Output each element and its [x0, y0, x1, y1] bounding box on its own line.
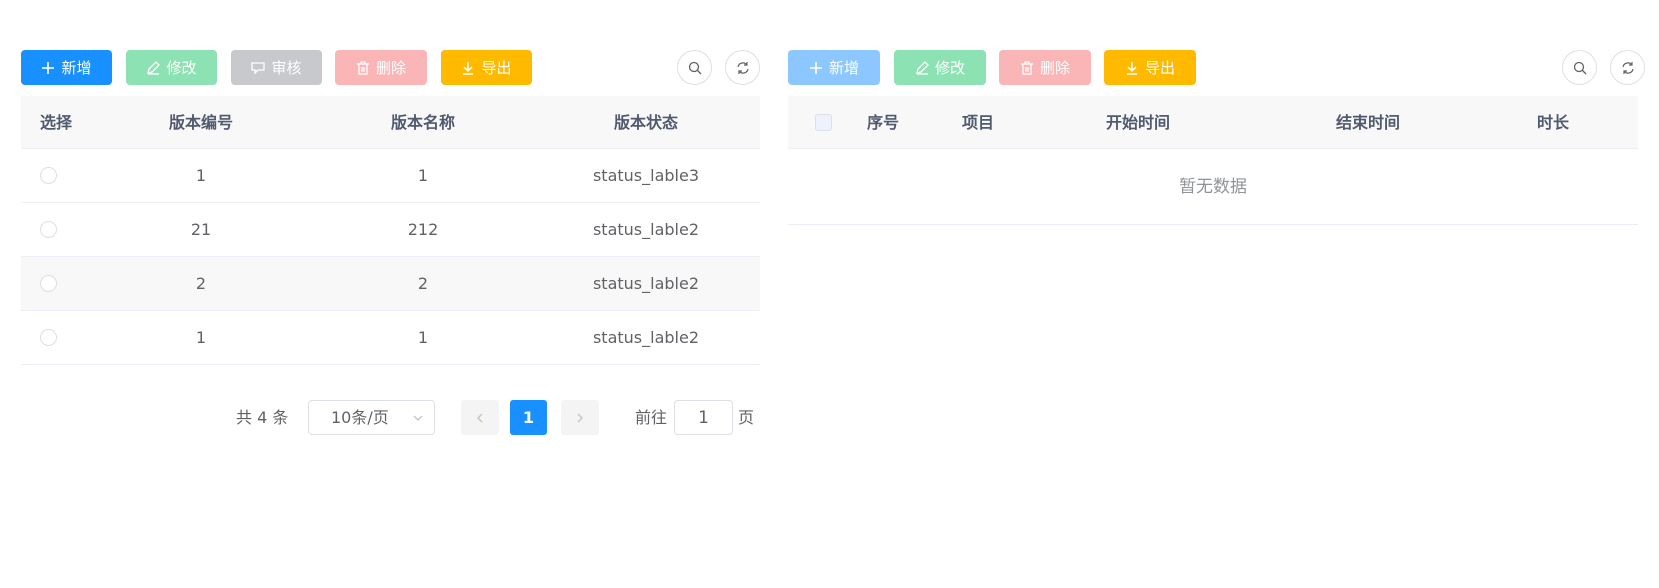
header-item: 项目 [961, 113, 994, 132]
header-index: 序号 [866, 113, 899, 132]
page-number-current[interactable]: 1 [510, 400, 547, 435]
select-all-checkbox[interactable] [815, 114, 832, 131]
detail-edit-button[interactable]: 修改 [894, 50, 986, 85]
edit-button[interactable]: 修改 [126, 50, 217, 85]
goto-page-input[interactable] [674, 400, 733, 435]
detail-table: 序号 项目 开始时间 结束时间 时长 暂无数据 [788, 96, 1638, 225]
search-icon [688, 61, 701, 74]
cell-version-name: 1 [417, 328, 429, 347]
edit-icon [915, 60, 929, 75]
export-button-label: 导出 [481, 59, 512, 77]
pagination: 共 4 条 10条/页 1 前往 页 [21, 400, 760, 435]
detail-delete-button-label: 删除 [1039, 59, 1070, 77]
cell-version-status: status_lable3 [592, 166, 700, 185]
page-size-value: 10条/页 [331, 408, 389, 427]
prev-page-button[interactable] [461, 400, 499, 435]
edit-button-label: 修改 [166, 59, 197, 77]
detail-table-header: 序号 项目 开始时间 结束时间 时长 [788, 96, 1638, 149]
trash-icon [1020, 60, 1034, 75]
version-table: 选择 版本编号 版本名称 版本状态 1 1 status_lable3 21 2… [21, 96, 760, 365]
page-size-select[interactable]: 10条/页 [308, 400, 435, 435]
download-icon [1125, 61, 1139, 75]
audit-button[interactable]: 审核 [231, 50, 322, 85]
cell-version-code: 2 [195, 274, 207, 293]
row-select-radio[interactable] [40, 275, 57, 292]
chevron-right-icon [577, 413, 583, 422]
cell-version-code: 1 [195, 328, 207, 347]
row-select-radio[interactable] [40, 221, 57, 238]
header-end-time: 结束时间 [1335, 113, 1400, 132]
cell-version-name: 1 [417, 166, 429, 185]
plus-icon [41, 61, 55, 75]
cell-version-code: 1 [195, 166, 207, 185]
chevron-left-icon [477, 413, 483, 422]
trash-icon [356, 60, 370, 75]
table-row[interactable]: 2 2 status_lable2 [21, 257, 760, 311]
detail-search-toggle-button[interactable] [1562, 50, 1597, 85]
cell-version-code: 21 [190, 220, 212, 239]
header-start-time: 开始时间 [1105, 113, 1170, 132]
plus-icon [809, 61, 823, 75]
version-toolbar: 新增 修改 审核 删除 导出 [21, 50, 760, 85]
detail-edit-button-label: 修改 [934, 59, 965, 77]
table-row[interactable]: 1 1 status_lable3 [21, 149, 760, 203]
table-row[interactable]: 1 1 status_lable2 [21, 311, 760, 365]
refresh-button[interactable] [725, 50, 760, 85]
cell-version-status: status_lable2 [592, 274, 700, 293]
export-button[interactable]: 导出 [441, 50, 532, 85]
detail-delete-button[interactable]: 删除 [999, 50, 1091, 85]
next-page-button[interactable] [561, 400, 599, 435]
header-version-name: 版本名称 [390, 113, 455, 132]
cell-version-status: status_lable2 [592, 220, 700, 239]
header-version-status: 版本状态 [613, 113, 678, 132]
detail-add-button[interactable]: 新增 [788, 50, 880, 85]
delete-button[interactable]: 删除 [335, 50, 427, 85]
audit-button-label: 审核 [271, 59, 302, 77]
detail-toolbar: 新增 修改 删除 导出 [788, 50, 1645, 85]
add-button-label: 新增 [61, 59, 92, 77]
edit-icon [146, 60, 161, 75]
cell-version-status: status_lable2 [592, 328, 700, 347]
pagination-total: 共 4 条 [236, 408, 289, 427]
stamp-icon [251, 61, 266, 75]
cell-version-name: 212 [407, 220, 439, 239]
add-button[interactable]: 新增 [21, 50, 112, 85]
detail-export-button[interactable]: 导出 [1104, 50, 1196, 85]
cell-version-name: 2 [417, 274, 429, 293]
detail-refresh-button[interactable] [1610, 50, 1645, 85]
download-icon [461, 61, 475, 75]
row-select-radio[interactable] [40, 329, 57, 346]
search-toggle-button[interactable] [677, 50, 712, 85]
page-unit-label: 页 [738, 408, 755, 427]
goto-label: 前往 [635, 408, 668, 427]
empty-text: 暂无数据 [1179, 177, 1247, 197]
refresh-icon [736, 61, 749, 74]
detail-export-button-label: 导出 [1144, 59, 1175, 77]
empty-placeholder: 暂无数据 [788, 149, 1638, 225]
header-select: 选择 [39, 113, 72, 132]
row-select-radio[interactable] [40, 167, 57, 184]
detail-add-button-label: 新增 [828, 59, 859, 77]
header-version-code: 版本编号 [168, 113, 233, 132]
search-icon [1573, 61, 1586, 74]
refresh-icon [1621, 61, 1634, 74]
header-duration: 时长 [1536, 113, 1569, 132]
chevron-down-icon [413, 415, 423, 421]
table-row[interactable]: 21 212 status_lable2 [21, 203, 760, 257]
table-header: 选择 版本编号 版本名称 版本状态 [21, 96, 760, 149]
delete-button-label: 删除 [375, 59, 406, 77]
